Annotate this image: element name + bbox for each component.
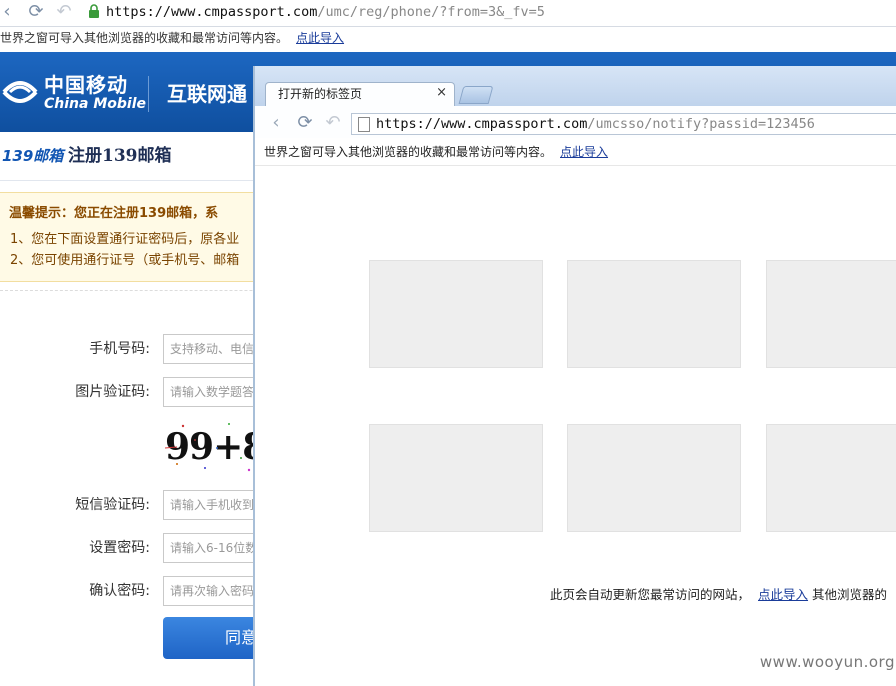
- site-thumbnail[interactable]: [369, 260, 543, 368]
- popup-browser-window: 打开新的标签页 × ‹ ⟳ ↶ https://www.cmpassport.c…: [253, 66, 896, 686]
- popup-tab-strip: 打开新的标签页 ×: [255, 66, 896, 106]
- import-message: 世界之窗可导入其他浏览器的收藏和最常访问等内容。: [0, 31, 289, 45]
- sms-label: 短信验证码:: [75, 497, 150, 513]
- password-label: 设置密码:: [89, 540, 150, 556]
- popup-url-host: https://www.cmpassport.com: [376, 116, 588, 132]
- header-divider: [148, 76, 149, 112]
- popup-url-path: /umcsso/notify?passid=123456: [587, 116, 815, 132]
- header-title: 互联网通: [167, 82, 247, 106]
- notice-heading: 温馨提示：您正在注册139邮箱，系: [9, 206, 219, 221]
- import-link[interactable]: 点此导入: [296, 31, 344, 45]
- background-address-bar[interactable]: https://www.cmpassport.com/umc/reg/phone…: [106, 3, 545, 21]
- site-thumbnail[interactable]: [369, 424, 543, 532]
- tab-close-icon[interactable]: ×: [436, 85, 447, 101]
- footer-import-link[interactable]: 点此导入: [758, 587, 808, 602]
- undo-icon[interactable]: ↶: [53, 1, 75, 23]
- tab-new-page[interactable]: 打开新的标签页 ×: [265, 82, 455, 106]
- refresh-icon[interactable]: ⟳: [25, 1, 47, 23]
- captcha-label: 图片验证码:: [75, 384, 150, 400]
- notice-line-1: 1、您在下面设置通行证密码后，原各业: [10, 232, 240, 247]
- watermark: www.wooyun.org: [759, 653, 895, 671]
- logo-chinese: 中国移动: [44, 73, 128, 97]
- site-thumbnail[interactable]: [567, 260, 741, 368]
- popup-footer-message: 此页会自动更新您最常访问的网站， 点此导入 其他浏览器的: [550, 586, 887, 604]
- site-thumbnail[interactable]: [766, 260, 896, 368]
- background-import-bar: 世界之窗可导入其他浏览器的收藏和最常访问等内容。 点此导入: [0, 26, 896, 50]
- page-icon: [358, 117, 370, 132]
- site-thumbnail[interactable]: [766, 424, 896, 532]
- footer-text: 此页会自动更新您最常访问的网站，: [550, 587, 751, 602]
- back-arrow-icon[interactable]: ‹: [0, 1, 18, 23]
- logo-english: China Mobile: [44, 96, 146, 112]
- registration-title: 注册139邮箱: [68, 146, 172, 166]
- notice-line-2: 2、您可使用通行证号（或手机号、邮箱: [10, 253, 240, 268]
- popup-refresh-icon[interactable]: ⟳: [294, 112, 316, 134]
- phone-label: 手机号码:: [89, 341, 150, 357]
- background-browser-toolbar: ‹ ⟳ ↶ https://www.cmpassport.com/umc/reg…: [0, 0, 896, 27]
- mail139-logo: 139邮箱: [2, 147, 64, 165]
- url-path: /umc/reg/phone/?from=3&_fv=5: [317, 4, 545, 20]
- popup-import-link[interactable]: 点此导入: [560, 145, 608, 159]
- popup-import-message: 世界之窗可导入其他浏览器的收藏和最常访问等内容。: [264, 145, 553, 159]
- site-thumbnail[interactable]: [567, 424, 741, 532]
- popup-url: https://www.cmpassport.com/umcsso/notify…: [376, 115, 815, 133]
- lock-icon: [89, 4, 99, 18]
- popup-undo-icon[interactable]: ↶: [322, 112, 344, 134]
- footer-tail: 其他浏览器的: [812, 587, 888, 602]
- tab-title: 打开新的标签页: [278, 87, 363, 101]
- popup-back-icon[interactable]: ‹: [265, 112, 287, 134]
- confirm-label: 确认密码:: [89, 583, 150, 599]
- popup-import-bar: 世界之窗可导入其他浏览器的收藏和最常访问等内容。 点此导入: [255, 138, 896, 166]
- china-mobile-logo-icon: [2, 81, 38, 103]
- popup-address-bar[interactable]: https://www.cmpassport.com/umcsso/notify…: [351, 113, 896, 135]
- new-tab-button[interactable]: [458, 86, 494, 104]
- url-host: https://www.cmpassport.com: [106, 4, 318, 20]
